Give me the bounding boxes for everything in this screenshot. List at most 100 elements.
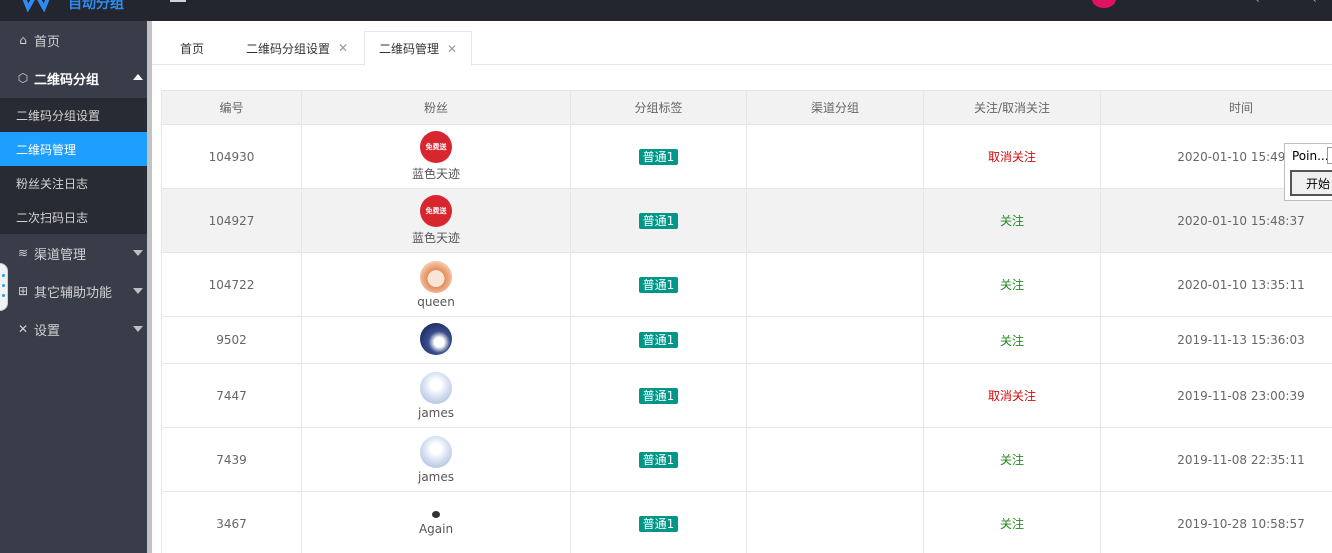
cell-tag: 普通1: [570, 491, 747, 553]
cell-id: 104927: [161, 188, 302, 253]
tag-badge: 普通1: [638, 332, 679, 348]
cell-fan: queen: [301, 252, 571, 317]
table-row[interactable]: 9502 普通1 关注 2019-11-13 15:36:03: [161, 316, 1332, 364]
col-header-time[interactable]: 时间: [1100, 90, 1332, 125]
fan-name: queen: [417, 294, 455, 309]
tag-badge: 普通1: [638, 451, 679, 468]
col-header-channel[interactable]: 渠道分组: [746, 90, 924, 125]
tab-label: 二维码分组设置: [246, 41, 331, 56]
cell-status: 关注: [923, 252, 1101, 317]
cell-status: 关注: [923, 188, 1101, 253]
submenu-label: 粉丝关注日志: [16, 176, 89, 191]
start-button[interactable]: 开始: [1290, 170, 1332, 196]
table-header-row: 编号 粉丝 分组标签 渠道分组 关注/取消关注 时间: [161, 90, 1332, 125]
cell-status: 关注: [923, 427, 1101, 492]
table-row[interactable]: 104927 免费送 蓝色天迹 普通1 关注 2020-01-10 15:48:…: [161, 188, 1332, 253]
cell-fan: Again: [301, 491, 571, 553]
tab-bar: 首页 二维码分组设置 ✕ 二维码管理 ✕: [152, 21, 1332, 66]
submenu-item-rescan-log[interactable]: 二次扫码日志: [0, 200, 147, 234]
cell-id: 9502: [161, 316, 302, 364]
tab-home[interactable]: 首页: [166, 31, 204, 65]
cell-time: 2019-11-08 22:35:11: [1100, 427, 1332, 492]
fan-name: 蓝色天迹: [411, 231, 460, 245]
avatar: 免费送: [420, 195, 452, 227]
cell-id: 104930: [161, 124, 302, 189]
sidebar-item-label: 首页: [34, 34, 61, 50]
sidebar-item-channel[interactable]: ≋ 渠道管理: [0, 234, 147, 272]
top-bar-icon-2[interactable]: ‹: [1312, 0, 1317, 6]
cell-channel: [746, 188, 924, 253]
widget-input[interactable]: [1327, 147, 1332, 164]
cell-fan: [301, 316, 571, 364]
table-row[interactable]: 7439 james 普通1 关注 2019-11-08 22:35:11: [161, 427, 1332, 492]
tools-icon: ✕: [17, 322, 29, 336]
cell-status: 取消关注: [923, 124, 1101, 189]
chevron-up-icon: [133, 74, 143, 80]
sidebar-item-qr-group[interactable]: ⬡ 二维码分组: [0, 59, 147, 97]
chevron-down-icon: [133, 326, 143, 332]
tab-qr-manage[interactable]: 二维码管理 ✕: [364, 31, 473, 66]
sidebar-item-label: 其它辅助功能: [34, 285, 113, 301]
table-row[interactable]: 3467 Again 普通1 关注 2019-10-28 10:58:57: [161, 491, 1332, 553]
fan-name: Again: [418, 522, 454, 536]
col-header-fan[interactable]: 粉丝: [301, 90, 571, 125]
avatar: 免费送: [420, 131, 452, 163]
cell-fan: 免费送 蓝色天迹: [301, 188, 571, 253]
sidebar-scrollbar[interactable]: [147, 21, 152, 553]
submenu-item-fan-log[interactable]: 粉丝关注日志: [0, 166, 147, 200]
tab-label: 二维码管理: [379, 42, 440, 56]
cell-channel: [746, 491, 924, 553]
cell-time: 2019-11-13 15:36:03: [1100, 316, 1332, 364]
table-row[interactable]: 104722 queen 普通1 关注 2020-01-10 13:35:11: [161, 252, 1332, 317]
logo-icon: [22, 0, 50, 12]
cell-fan: 免费送 蓝色天迹: [301, 124, 571, 189]
cell-tag: 普通1: [570, 188, 747, 253]
tab-group-settings[interactable]: 二维码分组设置 ✕: [232, 31, 348, 65]
cell-channel: [746, 427, 924, 492]
submenu: 二维码分组设置 二维码管理 粉丝关注日志 二次扫码日志: [0, 98, 147, 234]
submenu-item-qr-manage[interactable]: 二维码管理: [0, 132, 147, 166]
cell-id: 3467: [161, 491, 302, 553]
col-header-status[interactable]: 关注/取消关注: [923, 90, 1101, 125]
close-icon[interactable]: ✕: [447, 42, 457, 56]
data-table: 编号 粉丝 分组标签 渠道分组 关注/取消关注 时间 104930 免费送 蓝色…: [161, 90, 1332, 553]
top-bar-icon[interactable]: ‹: [1255, 0, 1260, 6]
col-header-id[interactable]: 编号: [161, 90, 302, 125]
cell-channel: [746, 316, 924, 364]
cell-time: 2019-11-08 23:00:39: [1100, 363, 1332, 428]
col-header-tag[interactable]: 分组标签: [570, 90, 747, 125]
avatar: [420, 323, 452, 355]
menu-toggle-icon[interactable]: [170, 0, 186, 2]
tag-badge: 普通1: [638, 515, 679, 532]
cell-tag: 普通1: [570, 316, 747, 364]
table-row[interactable]: 7447 james 普通1 取消关注 2019-11-08 23:00:39: [161, 363, 1332, 428]
avatar: [432, 511, 440, 518]
apps-icon: ⊞: [17, 284, 29, 298]
table-row[interactable]: 104930 免费送 蓝色天迹 普通1 取消关注 2020-01-10 15:4…: [161, 124, 1332, 189]
fan-name: james: [417, 405, 454, 420]
tag-badge: 普通1: [638, 276, 679, 293]
start-button-label: 开始: [1306, 176, 1331, 191]
sidebar-drag-handle[interactable]: [0, 263, 8, 311]
cell-channel: [746, 363, 924, 428]
cell-channel: [746, 124, 924, 189]
avatar-text: 免费送: [425, 207, 447, 215]
cell-tag: 普通1: [570, 252, 747, 317]
cell-status: 取消关注: [923, 363, 1101, 428]
submenu-label: 二维码分组设置: [16, 108, 101, 123]
cell-id: 7447: [161, 363, 302, 428]
sidebar-item-settings[interactable]: ✕ 设置: [0, 310, 147, 348]
sidebar-item-label: 渠道管理: [34, 247, 87, 263]
sidebar-item-home[interactable]: ⌂ 首页: [0, 21, 147, 59]
submenu-label: 二次扫码日志: [16, 210, 89, 225]
close-icon[interactable]: ✕: [338, 41, 348, 55]
floating-widget: Poin... 开始: [1284, 143, 1332, 201]
user-avatar[interactable]: [1092, 0, 1116, 8]
avatar: [420, 260, 452, 293]
submenu-label: 二维码管理: [16, 142, 77, 157]
submenu-item-group-settings[interactable]: 二维码分组设置: [0, 98, 147, 132]
sidebar-item-label: 二维码分组: [34, 72, 100, 88]
sidebar-item-other[interactable]: ⊞ 其它辅助功能: [0, 272, 147, 310]
cell-fan: james: [301, 427, 571, 492]
sidebar: ⌂ 首页 ⬡ 二维码分组 二维码分组设置 二维码管理 粉丝关注日志 二次扫码日志…: [0, 21, 147, 553]
